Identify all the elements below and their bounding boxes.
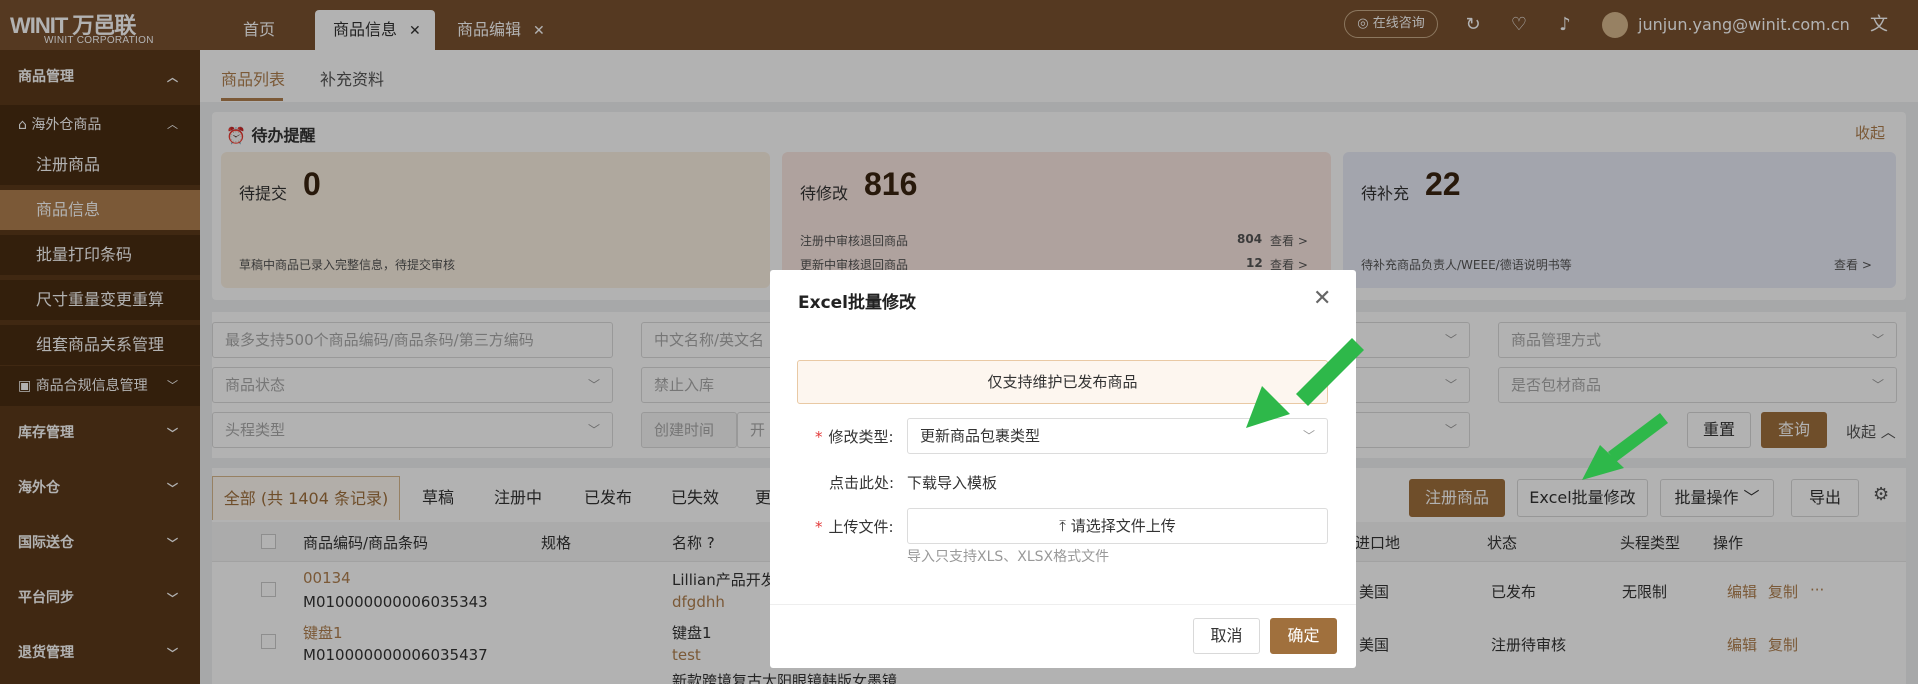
arrow-icon bbox=[1582, 413, 1668, 480]
annotation-arrows bbox=[1246, 338, 1668, 480]
arrow-icon bbox=[1246, 338, 1364, 428]
